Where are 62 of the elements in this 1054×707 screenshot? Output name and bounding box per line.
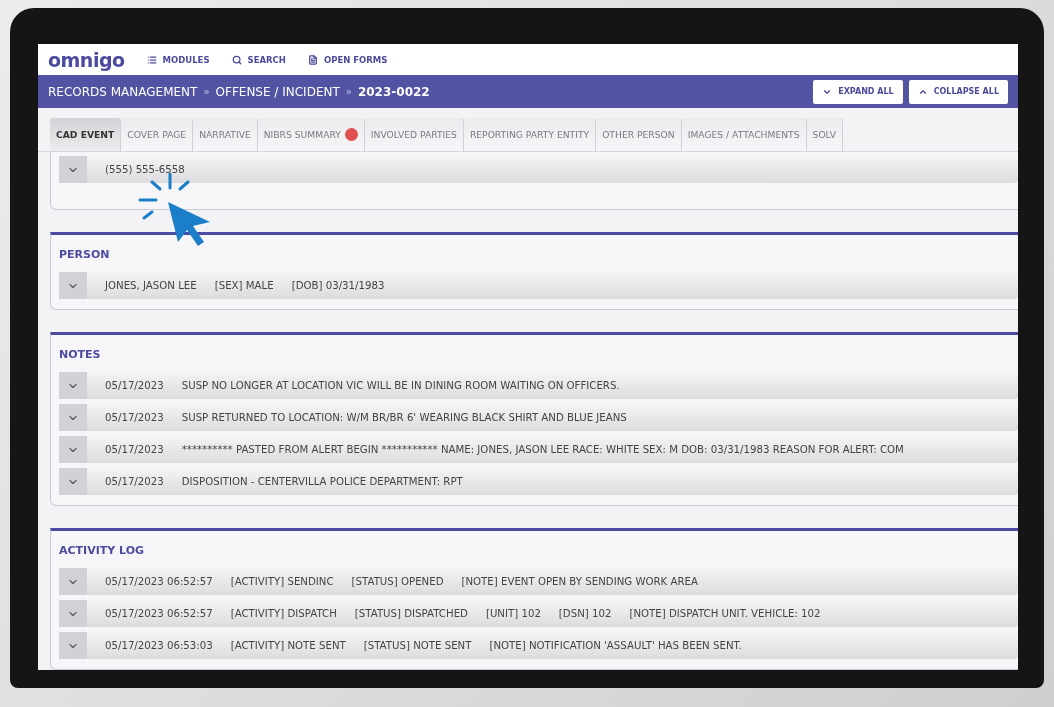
tab[interactable]: SOLV (806, 118, 843, 151)
record-field: [UNIT] 102 (485, 608, 541, 619)
record-field: ********** PASTED FROM ALERT BEGIN *********** NAME: JONES, JASON LEE RACE: WHITE SEX: M DOB: 03/31/1983 REASON FOR ALERT: COM (181, 444, 904, 455)
record-field: [DSN] 102 (558, 608, 612, 619)
tab[interactable]: NARRATIVE (193, 118, 258, 151)
nav-link[interactable]: OPEN FORMS (307, 54, 388, 65)
record-field: SUSP NO LONGER AT LOCATION VIC WILL BE IN DINING ROOM WAITING ON OFFICERS. (181, 380, 620, 391)
breadcrumb-separator: » (345, 86, 352, 97)
tab[interactable]: INVOLVED PARTIES (364, 118, 464, 151)
collapse-all-button[interactable]: COLLAPSE ALL (908, 79, 1008, 104)
section-title: ACTIVITY LOG (59, 542, 146, 559)
expand-toggle[interactable] (59, 468, 87, 495)
breadcrumb-separator: » (203, 86, 210, 97)
record-field: [SEX] MALE (214, 280, 274, 291)
tab[interactable]: COVER PAGE (121, 118, 194, 151)
list-icon (146, 54, 157, 65)
document-icon (307, 54, 318, 65)
expand-toggle[interactable] (59, 272, 87, 299)
tab[interactable]: IMAGES / ATTACHMENTS (681, 118, 807, 151)
record-field: DISPOSITION - CENTERVILLA POLICE DEPARTMENT: RPT (181, 476, 463, 487)
record-field: [STATUS] NOTE SENT (363, 640, 472, 651)
expand-all-button[interactable]: EXPAND ALL (813, 79, 903, 104)
tab[interactable]: CAD EVENT (50, 118, 122, 151)
tab[interactable]: REPORTING PARTY ENTITY (463, 118, 597, 151)
tab[interactable]: OTHER PERSON (596, 118, 682, 151)
expand-toggle[interactable] (59, 568, 87, 595)
record-field: [NOTE] DISPATCH UNIT. VEHICLE: 102 (629, 608, 821, 619)
record-field: 05/17/2023 (105, 476, 164, 487)
record-field: [NOTE] NOTIFICATION 'ASSAULT' HAS BEEN SENT. (489, 640, 742, 651)
record-field: 05/17/2023 (105, 412, 164, 423)
record-field: 05/17/2023 06:52:57 (105, 608, 213, 619)
record-field: [ACTIVITY] NOTE SENT (230, 640, 346, 651)
search-icon (231, 54, 242, 65)
nav-link[interactable]: SEARCH (231, 54, 286, 65)
breadcrumb-item[interactable]: RECORDS MANAGEMENT (48, 84, 198, 99)
expand-toggle[interactable] (59, 372, 87, 399)
expand-toggle[interactable] (59, 156, 87, 183)
record-field: SUSP RETURNED TO LOCATION: W/M BR/BR 6' WEARING BLACK SHIRT AND BLUE JEANS (181, 412, 627, 423)
record-field: [STATUS] OPENED (351, 576, 444, 587)
nav-link[interactable]: MODULES (146, 54, 210, 65)
record-field: [DOB] 03/31/1983 (291, 280, 385, 291)
record-field: JONES, JASON LEE (105, 280, 197, 291)
breadcrumb-item[interactable]: OFFENSE / INCIDENT (215, 84, 340, 99)
record-field: 05/17/2023 (105, 380, 164, 391)
record-field: 05/17/2023 (105, 444, 164, 455)
breadcrumb-item: 2023-0022 (357, 84, 430, 99)
record-field: 05/17/2023 06:52:57 (105, 576, 213, 587)
record-field: [STATUS] DISPATCHED (354, 608, 468, 619)
section-title: PERSON (59, 246, 111, 263)
expand-toggle[interactable] (59, 436, 87, 463)
expand-toggle[interactable] (59, 600, 87, 627)
section-title: NOTES (59, 346, 102, 363)
expand-toggle[interactable] (59, 632, 87, 659)
record-field: (555) 555-6558 (105, 164, 185, 175)
record-field: [NOTE] EVENT OPEN BY SENDING WORK AREA (461, 576, 698, 587)
record-field: 05/17/2023 06:53:03 (105, 640, 213, 651)
logo: omnigo (48, 48, 125, 71)
tab[interactable]: NIBRS SUMMARY (257, 118, 365, 151)
alert-icon (344, 128, 358, 141)
expand-toggle[interactable] (59, 404, 87, 431)
record-field: [ACTIVITY] DISPATCH (230, 608, 337, 619)
record-field: [ACTIVITY] SENDINC (230, 576, 334, 587)
